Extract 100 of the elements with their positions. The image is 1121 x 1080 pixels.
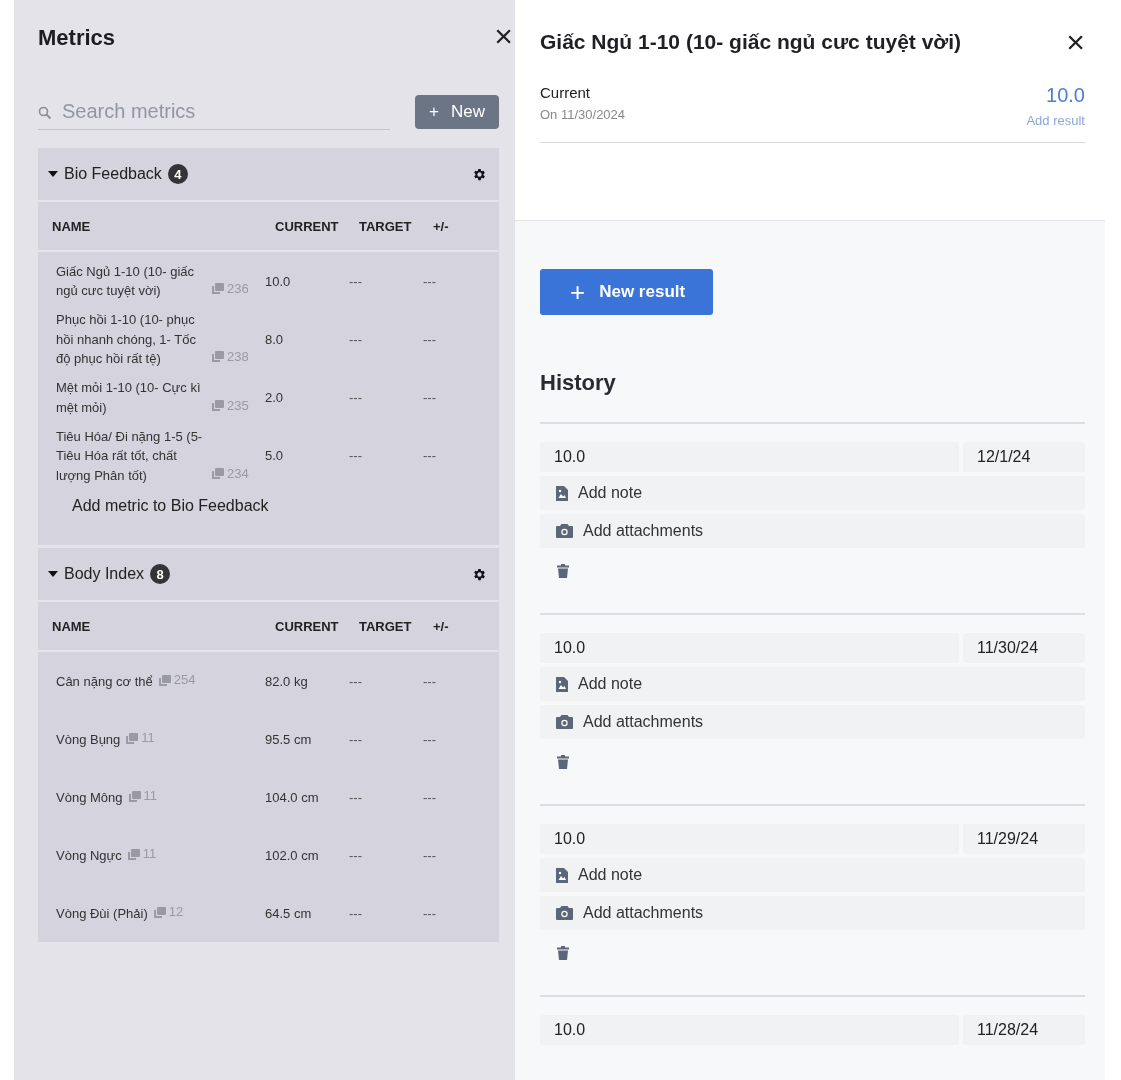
- diff-value: ---: [423, 331, 437, 347]
- diff-value: ---: [423, 273, 437, 289]
- metric-row[interactable]: Giấc Ngủ 1-10 (10- giấc ngủ cưc tuyệt vời) 236 10.0 --- ---: [56, 252, 499, 310]
- group-header[interactable]: Body Index 8: [38, 548, 499, 602]
- close-button[interactable]: ×: [1066, 26, 1085, 58]
- add-attachments-button[interactable]: Add attachments: [540, 514, 1085, 548]
- add-note-button[interactable]: Add note: [540, 667, 1085, 701]
- copy-icon: [126, 732, 139, 744]
- entry-count: 234: [227, 464, 249, 483]
- metric-row[interactable]: Mệt mỏi 1-10 (10- Cực kì mệt mỏi) 235 2.0 --- ---: [56, 368, 499, 427]
- target-value: ---: [349, 448, 363, 464]
- diff-value: ---: [423, 789, 437, 805]
- new-result-button[interactable]: + New result: [540, 269, 714, 315]
- diff-value: ---: [423, 390, 437, 405]
- add-note-button[interactable]: Add note: [540, 476, 1085, 510]
- metric-name: Tiêu Hóa/ Đi nặng 1-5 (5- Tiêu Hóa rất tốt, chất lượng Phân tốt): [56, 427, 204, 485]
- copy-icon: [158, 674, 171, 686]
- metric-row[interactable]: Vòng Bụng 11 95.5 cm --- ---: [56, 710, 499, 768]
- entry-count: 11: [141, 729, 155, 748]
- group-header[interactable]: Bio Feedback 4: [38, 148, 499, 202]
- metric-name: Vòng Mông: [56, 789, 123, 808]
- copy-icon: [212, 283, 224, 295]
- result-date: 11/30/24: [963, 633, 1085, 663]
- column-header: +/-: [433, 218, 450, 234]
- column-header: NAME: [52, 618, 92, 634]
- entry-count: 235: [227, 396, 249, 415]
- metric-name: Giấc Ngủ 1-10 (10- giấc ngủ cưc tuyệt vời): [56, 262, 195, 300]
- target-value: ---: [349, 331, 363, 347]
- entry-count: 238: [227, 348, 249, 366]
- column-header: TARGET: [359, 618, 413, 634]
- delete-icon[interactable]: [557, 946, 569, 960]
- metric-name: Mệt mỏi 1-10 (10- Cực kì mệt mỏi): [56, 379, 202, 417]
- camera-icon: [556, 524, 573, 538]
- metric-row[interactable]: Vòng Ngực 11 102.0 cm --- ---: [56, 826, 499, 884]
- count-badge: 4: [167, 164, 188, 184]
- column-header: CURRENT: [275, 218, 340, 234]
- metric-row[interactable]: Vòng Mông 11 104.0 cm --- ---: [56, 768, 499, 826]
- metric-name: Phục hồi 1-10 (10- phục hồi nhanh chóng, 1- Tốc độ phục hồi rất tệ): [56, 311, 197, 368]
- current-value: 8.0: [265, 331, 285, 347]
- delete-icon[interactable]: [557, 755, 569, 769]
- metric-name: Vòng Đùi (Phải): [56, 905, 148, 924]
- entry-count: 11: [143, 787, 157, 806]
- group-name: Body Index: [64, 565, 145, 583]
- metric-name: Cân nặng cơ thể: [56, 673, 153, 692]
- entry-count: 236: [227, 280, 249, 298]
- metric-row[interactable]: Phục hồi 1-10 (10- phục hồi nhanh chóng, 1- Tốc độ phục hồi rất tệ) 238 8.0 --- ---: [56, 310, 499, 369]
- close-button[interactable]: ×: [494, 20, 513, 52]
- result-date: 12/1/24: [963, 442, 1085, 472]
- current-value: 102.0 cm: [265, 847, 320, 863]
- new-button[interactable]: + New: [415, 95, 499, 129]
- history-title: History: [540, 370, 617, 396]
- group-name: Bio Feedback: [64, 165, 162, 183]
- current-date: On 11/30/2024: [540, 107, 626, 122]
- current-value: 82.0 kg: [265, 673, 309, 689]
- add-attachments-button[interactable]: Add attachments: [540, 896, 1085, 930]
- column-header: TARGET: [359, 218, 413, 234]
- current-value: 10.0: [265, 273, 292, 289]
- metric-row[interactable]: Cân nặng cơ thể 254 82.0 kg --- ---: [56, 652, 499, 710]
- camera-icon: [556, 715, 573, 729]
- add-attachments-button[interactable]: Add attachments: [540, 705, 1085, 739]
- diff-value: ---: [423, 905, 437, 921]
- diff-value: ---: [423, 448, 437, 464]
- diff-value: ---: [423, 673, 437, 689]
- column-header: CURRENT: [275, 618, 340, 634]
- column-header: NAME: [52, 218, 92, 234]
- add-note-button[interactable]: Add note: [540, 858, 1085, 892]
- result-value: 10.0: [540, 442, 959, 472]
- result-value: 10.0: [540, 633, 959, 663]
- copy-icon: [212, 351, 224, 363]
- note-icon: [556, 676, 568, 692]
- copy-icon: [212, 467, 224, 479]
- copy-icon: [128, 790, 141, 802]
- current-value: 64.5 cm: [265, 905, 313, 921]
- result-value: 10.0: [540, 1015, 959, 1045]
- count-badge: 8: [150, 564, 171, 584]
- search-icon: [38, 106, 52, 120]
- metric-row[interactable]: Vòng Đùi (Phải) 12 64.5 cm --- ---: [56, 884, 499, 942]
- metric-title: Giấc Ngủ 1-10 (10- giấc ngủ cưc tuyệt vời): [540, 30, 962, 54]
- add-metric-link[interactable]: Add metric to Bio Feedback: [56, 485, 499, 545]
- target-value: ---: [349, 390, 363, 405]
- target-value: ---: [349, 731, 363, 747]
- delete-icon[interactable]: [557, 564, 569, 578]
- target-value: ---: [349, 273, 363, 289]
- target-value: ---: [349, 789, 363, 805]
- current-value: 5.0: [265, 448, 285, 464]
- metric-name: Vòng Bụng: [56, 731, 121, 750]
- target-value: ---: [349, 673, 363, 689]
- metric-name: Vòng Ngực: [56, 847, 122, 866]
- search-field[interactable]: Search metrics: [38, 94, 390, 130]
- settings-icon[interactable]: [472, 166, 487, 182]
- metric-row[interactable]: Tiêu Hóa/ Đi nặng 1-5 (5- Tiêu Hóa rất tốt, chất lượng Phân tốt) 234 5.0 --- ---: [56, 426, 499, 485]
- note-icon: [556, 485, 568, 501]
- result-date: 11/29/24: [963, 824, 1085, 854]
- entry-count: 12: [168, 903, 184, 922]
- settings-icon[interactable]: [472, 566, 487, 582]
- copy-icon: [127, 848, 140, 860]
- current-value: 95.5 cm: [265, 731, 313, 747]
- current-value: 104.0 cm: [265, 789, 320, 805]
- target-value: ---: [349, 905, 363, 921]
- column-header: +/-: [433, 618, 450, 634]
